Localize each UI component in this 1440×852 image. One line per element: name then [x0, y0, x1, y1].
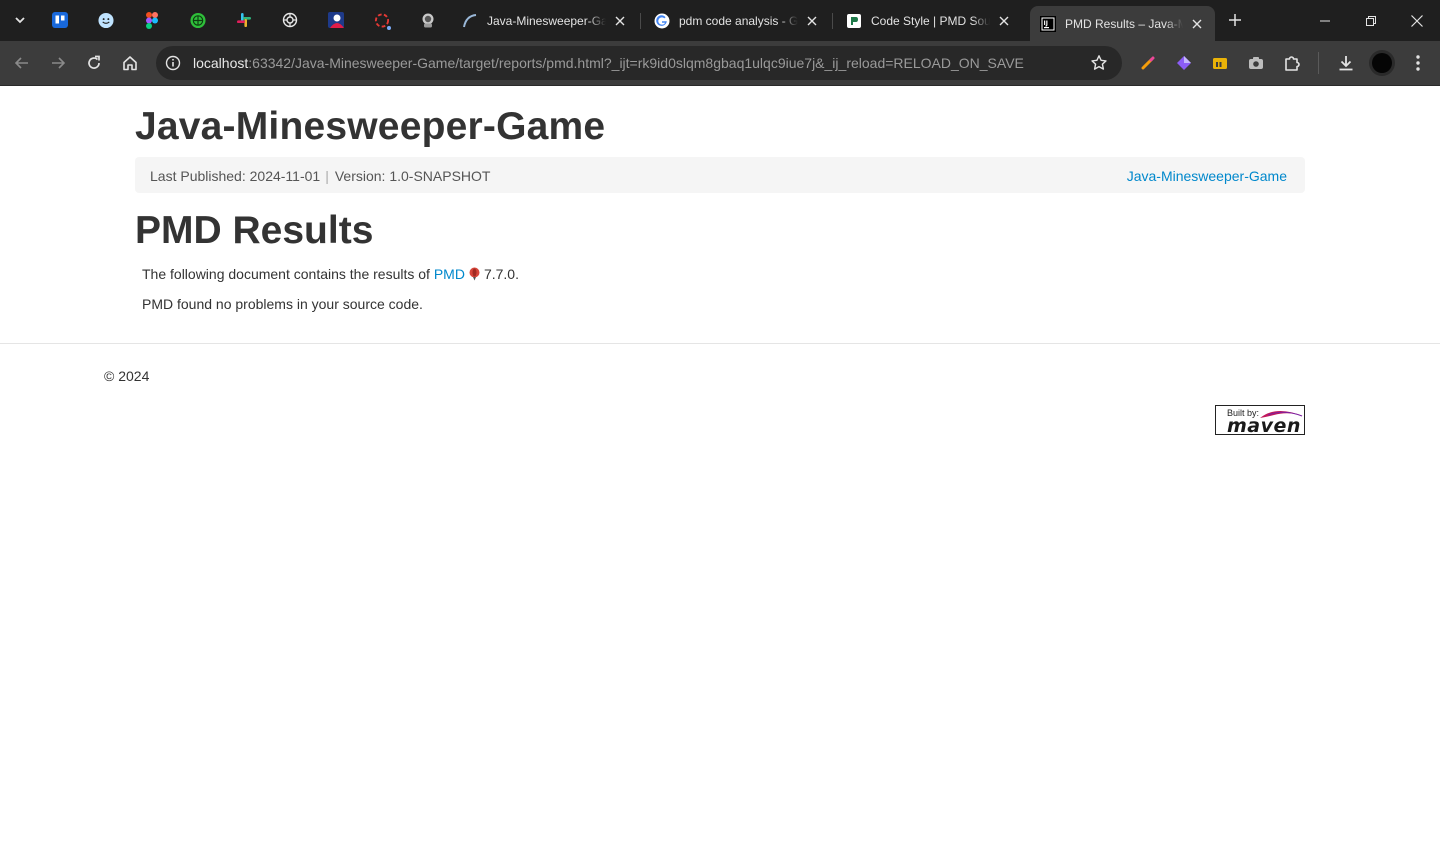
- close-window-button[interactable]: [1394, 0, 1440, 41]
- puzzle-icon: [1285, 56, 1300, 71]
- close-icon: [1411, 14, 1423, 27]
- arrow-left-icon: [14, 57, 28, 69]
- tab-strip: Java-Minesweeper-Game pdm code analysis …: [0, 0, 1440, 41]
- pinned-tab-loader[interactable]: [362, 6, 402, 34]
- chevron-down-icon: [15, 17, 25, 24]
- arc-icon: [462, 13, 478, 29]
- version: Version: 1.0-SNAPSHOT: [334, 168, 491, 184]
- back-button[interactable]: [8, 49, 36, 77]
- figma-icon: [144, 11, 160, 29]
- extension-gem[interactable]: [1173, 52, 1195, 74]
- intellij-icon: IJ: [1040, 15, 1056, 32]
- url-text: localhost:63342/Java-Minesweeper-Game/ta…: [193, 55, 1024, 71]
- minimize-button[interactable]: [1302, 0, 1348, 41]
- restore-icon: [1366, 15, 1376, 26]
- external-link-icon: [468, 267, 481, 281]
- result-text: PMD found no problems in your source cod…: [142, 296, 423, 312]
- project-title: Java-Minesweeper-Game: [135, 105, 606, 148]
- tab-pmd-code-style[interactable]: Code Style | PMD Source Code Analyzer: [836, 6, 1022, 35]
- downloads-button[interactable]: [1335, 52, 1357, 74]
- pinned-tab-openai[interactable]: [270, 6, 310, 34]
- close-icon[interactable]: [1189, 16, 1205, 32]
- globe-icon: [190, 12, 206, 28]
- breadcrumb: Last Published: 2024-11-01 | Version: 1.0-…: [135, 157, 1305, 193]
- footer-divider: [0, 343, 1440, 344]
- breadcrumb-divider: |: [325, 168, 329, 184]
- tab-title: Code Style | PMD Source Code Analyzer: [871, 13, 990, 28]
- browser-toolbar: localhost:63342/Java-Minesweeper-Game/ta…: [0, 41, 1440, 86]
- smiley-icon: [98, 12, 114, 28]
- pinned-tab-globe[interactable]: [178, 6, 218, 34]
- section-title: PMD Results: [135, 209, 374, 252]
- notification-dot: [386, 25, 392, 31]
- close-icon[interactable]: [804, 13, 820, 29]
- tab-pmd-results[interactable]: IJ PMD Results – Java-Minesweeper-Game: [1030, 6, 1215, 41]
- minimize-icon: [1320, 20, 1330, 21]
- pinned-tab-slack[interactable]: [224, 6, 264, 34]
- browser-menu-button[interactable]: [1407, 52, 1429, 74]
- plus-icon: [1229, 14, 1241, 26]
- astronaut-icon: [420, 12, 436, 28]
- extension-camera[interactable]: [1245, 52, 1267, 74]
- new-tab-button[interactable]: [1223, 8, 1247, 32]
- tab-java-minesweeper[interactable]: Java-Minesweeper-Game: [452, 6, 638, 35]
- openai-icon: [282, 12, 298, 28]
- tab-title: PMD Results – Java-Minesweeper-Game: [1065, 16, 1183, 31]
- slack-icon: [236, 12, 252, 28]
- last-published: Last Published: 2024-11-01: [150, 168, 321, 184]
- copyright: © 2024: [104, 368, 150, 384]
- page-content: Java-Minesweeper-Game Last Published: 20…: [0, 87, 1440, 852]
- tab-title: Java-Minesweeper-Game: [487, 13, 606, 28]
- close-icon[interactable]: [612, 13, 628, 29]
- download-icon: [1339, 56, 1353, 71]
- profile-button[interactable]: [1369, 50, 1395, 76]
- tab-title: pdm code analysis - Google Search: [679, 13, 798, 28]
- svg-text:IJ: IJ: [1044, 20, 1048, 27]
- extension-folder[interactable]: [1209, 52, 1231, 74]
- url-host: localhost: [193, 55, 249, 71]
- intro-text: The following document contains the resu…: [142, 266, 430, 282]
- pinned-tab-astronaut[interactable]: [408, 6, 448, 34]
- address-bar[interactable]: localhost:63342/Java-Minesweeper-Game/ta…: [156, 46, 1122, 80]
- badge-maven-word: maven: [1227, 415, 1301, 437]
- pmd-version: 7.7.0.: [483, 266, 519, 282]
- home-button[interactable]: [116, 49, 144, 77]
- pinned-tab-profile[interactable]: [316, 6, 356, 34]
- home-icon: [123, 56, 137, 71]
- bookmark-star-icon[interactable]: [1090, 54, 1108, 72]
- tab-search-button[interactable]: [8, 8, 32, 32]
- tab-separator: [640, 13, 641, 29]
- trello-icon: [52, 12, 68, 28]
- tab-separator: [832, 13, 833, 29]
- gem-icon: [1177, 56, 1191, 70]
- pinned-tab-figma[interactable]: [132, 6, 172, 34]
- restore-button[interactable]: [1348, 0, 1394, 41]
- pmd-link[interactable]: PMD: [434, 266, 465, 282]
- more-vertical-icon: [1416, 55, 1420, 71]
- publish-info: Last Published: 2024-11-01 | Version: 1.0-…: [150, 168, 490, 184]
- tab-google-search[interactable]: pdm code analysis - Google Search: [644, 6, 830, 35]
- project-home-link[interactable]: Java-Minesweeper-Game: [1127, 168, 1287, 184]
- extensions-button[interactable]: [1281, 52, 1303, 74]
- camera-icon: [1249, 57, 1263, 69]
- forward-button[interactable]: [44, 49, 72, 77]
- toolbar-separator: [1318, 52, 1319, 74]
- close-icon[interactable]: [996, 13, 1012, 29]
- reload-button[interactable]: [80, 49, 108, 77]
- pen-icon: [1141, 56, 1155, 70]
- avatar: [1369, 50, 1395, 76]
- pinned-tab-smiley[interactable]: [86, 6, 126, 34]
- reload-icon: [88, 55, 100, 69]
- google-icon: [654, 13, 670, 29]
- profile-icon: [328, 12, 344, 28]
- site-info-icon[interactable]: [164, 54, 182, 72]
- pinned-tab-trello[interactable]: [40, 6, 80, 34]
- built-by-maven-badge[interactable]: Built by: maven: [1215, 405, 1305, 437]
- extension-pen[interactable]: [1137, 52, 1159, 74]
- folder-icon: [1213, 58, 1227, 69]
- intro-paragraph: The following document contains the resu…: [142, 266, 519, 282]
- pmd-icon: [846, 13, 862, 29]
- arrow-right-icon: [52, 57, 66, 69]
- url-path: :63342/Java-Minesweeper-Game/target/repo…: [248, 55, 1024, 71]
